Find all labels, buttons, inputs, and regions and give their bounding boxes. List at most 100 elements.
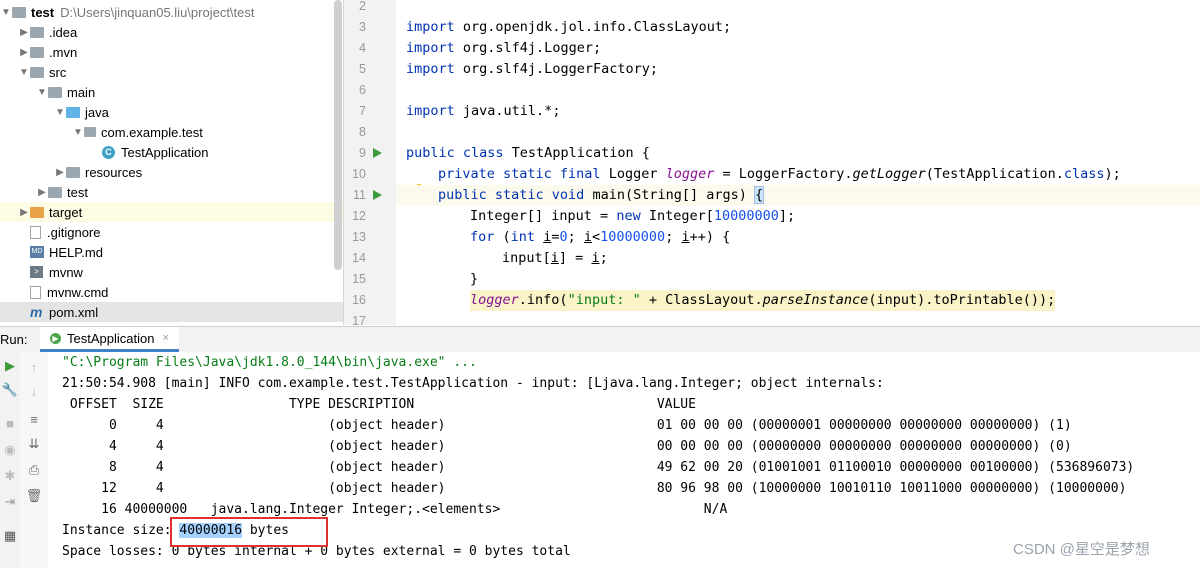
- tree-scrollbar[interactable]: [334, 0, 342, 270]
- tree-item[interactable]: ▶ .mvn: [0, 42, 343, 62]
- tree-item-label: target: [49, 204, 83, 220]
- highlight-box: [170, 517, 328, 547]
- java-class-icon: C: [102, 145, 115, 159]
- folder-icon: [66, 166, 80, 178]
- code-line-15: }: [470, 271, 479, 287]
- folder-icon: [48, 186, 62, 198]
- run-gutter-icon[interactable]: [373, 148, 382, 158]
- run-tab[interactable]: ▶ TestApplication ×: [40, 327, 179, 352]
- soft-wrap-icon[interactable]: ≡: [24, 412, 44, 427]
- close-icon[interactable]: ×: [162, 332, 168, 344]
- tree-item-label: resources: [85, 164, 143, 180]
- tree-item[interactable]: ▼ main: [0, 82, 343, 102]
- tree-item-label: test: [67, 184, 88, 200]
- chevron-down-icon[interactable]: ▼: [72, 127, 84, 138]
- tree-item[interactable]: mvnw.cmd: [0, 282, 343, 302]
- arrow-down-icon[interactable]: ↓: [24, 384, 44, 399]
- run-toolbar-right: ↑ ↓ ≡ ⇊ ⎙ 🗑: [20, 352, 49, 568]
- tree-item[interactable]: m pom.xml: [0, 302, 343, 322]
- tree-item[interactable]: ▶ test: [0, 182, 343, 202]
- chevron-right-icon[interactable]: ▶: [18, 47, 30, 58]
- run-gutter-icon[interactable]: [373, 190, 382, 200]
- shell-file-icon: >: [30, 266, 43, 278]
- excluded-folder-icon: [30, 206, 44, 218]
- file-icon: [30, 285, 41, 299]
- settings-icon[interactable]: ✱: [0, 468, 20, 484]
- tree-item[interactable]: ▶ target: [0, 202, 343, 222]
- scroll-to-end-icon[interactable]: ⇊: [24, 436, 44, 452]
- code-line-4: import org.slf4j.Logger;: [406, 40, 602, 56]
- line-number: 9: [359, 146, 366, 160]
- tree-item[interactable]: > mvnw: [0, 262, 343, 282]
- chevron-right-icon[interactable]: ▶: [18, 27, 30, 38]
- tree-item[interactable]: ▼ java: [0, 102, 343, 122]
- watermark: CSDN @星空是梦想: [1013, 541, 1150, 558]
- code-line-3: import org.openjdk.jol.info.ClassLayout;: [406, 19, 732, 35]
- print-icon[interactable]: ⎙: [24, 462, 44, 478]
- code-line-16: logger.info("input: " + ClassLayout.pars…: [470, 290, 1056, 311]
- line-number: 5: [359, 62, 366, 76]
- chevron-down-icon[interactable]: ▼: [18, 67, 30, 78]
- wrench-icon[interactable]: 🔧: [0, 382, 20, 398]
- console-row: 12 4 (object header) 80 96 98 00 (100000…: [62, 481, 1127, 496]
- console-row: 16 40000000 java.lang.Integer Integer;.<…: [62, 502, 728, 517]
- tree-item-label: mvnw: [49, 264, 83, 280]
- tree-item[interactable]: MD HELP.md: [0, 242, 343, 262]
- tree-item[interactable]: C TestApplication: [0, 142, 343, 162]
- tree-item[interactable]: ▶ resources: [0, 162, 343, 182]
- console-command[interactable]: "C:\Program Files\Java\jdk1.8.0_144\bin\…: [62, 352, 477, 373]
- line-number: 3: [359, 20, 366, 34]
- stop-icon[interactable]: ■: [0, 416, 20, 431]
- trash-icon[interactable]: 🗑: [24, 488, 44, 504]
- package-icon: [84, 127, 96, 137]
- chevron-right-icon[interactable]: ▶: [36, 187, 48, 198]
- tree-item[interactable]: ▼ com.example.test: [0, 122, 343, 142]
- line-number: 15: [352, 272, 366, 286]
- line-number: 10: [352, 167, 366, 181]
- camera-icon[interactable]: ◉: [0, 442, 20, 458]
- code-line-7: import java.util.*;: [406, 103, 561, 119]
- console-row: 0 4 (object header) 01 00 00 00 (0000000…: [62, 418, 1072, 433]
- tree-item-label: .gitignore: [47, 224, 101, 240]
- tree-item-label: HELP.md: [49, 244, 103, 260]
- code-line-14: input[i] = i;: [502, 250, 608, 266]
- tree-item[interactable]: ▼ src: [0, 62, 343, 82]
- tree-item-label: pom.xml: [49, 304, 99, 320]
- line-number: 2: [359, 0, 366, 13]
- run-toolbar-left: ▶ 🔧 ■ ◉ ✱ ⇥ ▦: [0, 352, 21, 568]
- line-number: 6: [359, 83, 366, 97]
- layout-icon[interactable]: ▦: [0, 528, 20, 544]
- tree-item[interactable]: ▶ .idea: [0, 22, 343, 42]
- line-number: 8: [359, 125, 366, 139]
- exit-icon[interactable]: ⇥: [0, 494, 20, 510]
- console-row: 8 4 (object header) 49 62 00 20 (0100100…: [62, 460, 1135, 475]
- tree-item[interactable]: .gitignore: [0, 222, 343, 242]
- chevron-right-icon[interactable]: ▶: [18, 207, 30, 218]
- tree-root-name: test: [31, 4, 55, 20]
- chevron-down-icon[interactable]: ▼: [54, 107, 66, 118]
- code-line-13: for (int i=0; i<10000000; i++) {: [470, 229, 731, 245]
- folder-icon: [30, 66, 44, 78]
- arrow-up-icon[interactable]: ↑: [24, 360, 44, 375]
- folder-icon: [30, 46, 44, 58]
- code-line-12: Integer[] input = new Integer[10000000];: [470, 208, 796, 224]
- console-log-line: 21:50:54.908 [main] INFO com.example.tes…: [62, 376, 884, 391]
- line-number: 17: [352, 314, 366, 325]
- maven-file-icon: m: [30, 304, 43, 320]
- project-tree: ▼ test D:\Users\jinquan05.liu\project\te…: [0, 0, 344, 325]
- code-editor[interactable]: 2 3 4 5 6 7 8 9 10 11 12 13 14 15 16 17 import org.open…: [344, 0, 1200, 325]
- tree-item-label: .idea: [49, 24, 78, 40]
- rerun-icon[interactable]: ▶: [0, 358, 20, 374]
- run-tab-label: TestApplication: [67, 330, 155, 346]
- tree-root[interactable]: ▼ test D:\Users\jinquan05.liu\project\te…: [0, 2, 343, 22]
- app-run-icon: ▶: [50, 332, 61, 344]
- line-number: 4: [359, 41, 366, 55]
- chevron-down-icon[interactable]: ▼: [36, 87, 48, 98]
- file-icon: [30, 225, 41, 239]
- line-number: 16: [352, 293, 366, 307]
- tree-item-label: main: [67, 84, 96, 100]
- folder-icon: [30, 26, 44, 38]
- chevron-down-icon[interactable]: ▼: [0, 7, 12, 18]
- tree-item-label: java: [85, 104, 109, 120]
- chevron-right-icon[interactable]: ▶: [54, 167, 66, 178]
